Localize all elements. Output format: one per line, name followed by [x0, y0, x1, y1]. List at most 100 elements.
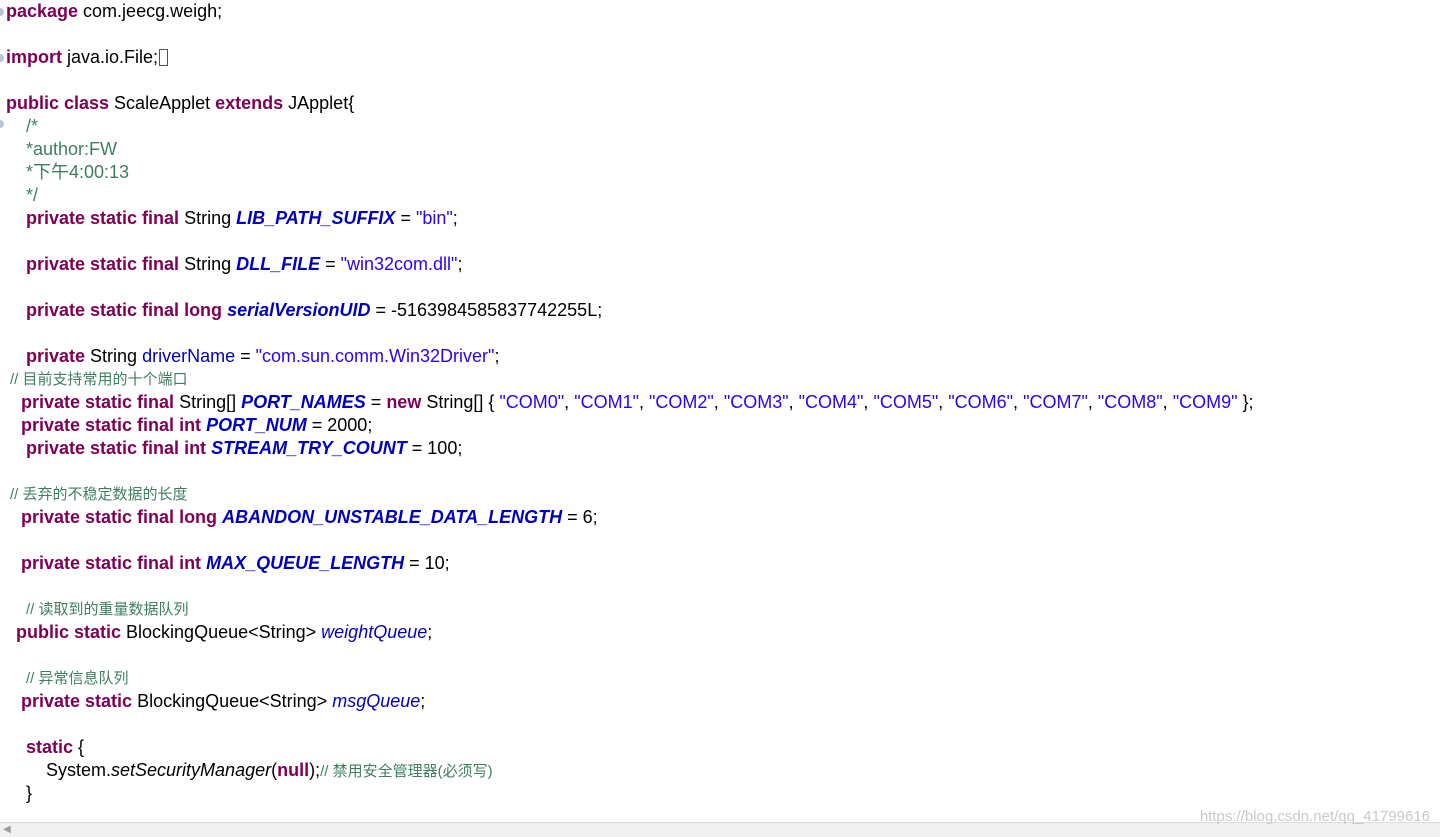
- static-field-name: weightQueue: [321, 622, 428, 642]
- type-name: BlockingQueue<String>: [132, 691, 333, 711]
- comment-weight: // 读取到的重量数据队列: [26, 601, 189, 618]
- keyword-extends: extends: [215, 93, 284, 113]
- open-brace: {: [73, 737, 85, 757]
- code-line-close-brace: }: [26, 783, 33, 803]
- separator: ,: [1162, 392, 1173, 412]
- operator: =: [395, 208, 416, 228]
- modifiers: private static final: [21, 553, 175, 573]
- type-name: String: [85, 346, 143, 366]
- constant-name: PORT_NAMES: [241, 392, 366, 412]
- port-literal: "COM7": [1023, 392, 1088, 412]
- code-line-driver: private String driverName = "com.sun.com…: [26, 345, 499, 368]
- doc-comment-close: */: [26, 185, 39, 205]
- semicolon: ;: [452, 208, 458, 228]
- constant-name: serialVersionUID: [227, 300, 371, 320]
- string-literal: "win32com.dll": [340, 254, 458, 274]
- code-line-serial: private static final long serialVersionU…: [26, 299, 602, 322]
- separator: ,: [638, 392, 649, 412]
- operator: =: [235, 346, 256, 366]
- semicolon: ;: [457, 254, 463, 274]
- code-line-stream-count: private static final int STREAM_TRY_COUN…: [26, 437, 462, 460]
- code-line-port-num: private static final int PORT_NUM = 2000…: [21, 414, 372, 437]
- port-literal: "COM8": [1097, 392, 1163, 412]
- doc-comment-open: /*: [26, 116, 39, 136]
- keyword-import: import: [6, 47, 62, 67]
- comment-ports: // 目前支持常用的十个端口: [10, 371, 188, 388]
- port-literal: "COM4": [798, 392, 864, 412]
- keyword-null: null: [277, 760, 310, 780]
- superclass-name: JApplet{: [283, 93, 355, 113]
- fold-marker[interactable]: [0, 54, 4, 62]
- modifiers: private static final: [21, 392, 175, 412]
- port-literal: "COM3": [723, 392, 789, 412]
- collapsed-imports-box[interactable]: [159, 49, 169, 66]
- code-line-port-names: private static final String[] PORT_NAMES…: [21, 391, 1254, 414]
- keyword-new: new: [386, 392, 422, 412]
- watermark: https://blog.csdn.net/qq_41799616: [1199, 808, 1430, 825]
- port-literal: "COM9": [1172, 392, 1238, 412]
- constant-name: LIB_PATH_SUFFIX: [236, 208, 396, 228]
- array-close: };: [1237, 392, 1254, 412]
- field-name: driverName: [142, 346, 236, 366]
- static-field-name: msgQueue: [332, 691, 421, 711]
- type-name: String: [179, 208, 237, 228]
- semicolon: ;: [427, 622, 433, 642]
- separator: ,: [1013, 392, 1024, 412]
- keyword-public-class: public class: [6, 93, 110, 113]
- modifiers: private static final: [26, 254, 180, 274]
- type-name: BlockingQueue<String>: [121, 622, 322, 642]
- scroll-left-arrow-icon[interactable]: ◀: [3, 825, 11, 835]
- code-line-security: System.setSecurityManager(null);// 禁用安全管…: [46, 759, 493, 782]
- constant-name: PORT_NUM: [206, 415, 307, 435]
- separator: ,: [938, 392, 949, 412]
- code-line-msg-queue: private static BlockingQueue<String> msg…: [21, 690, 425, 713]
- string-literal: "bin": [415, 208, 453, 228]
- port-literal: "COM1": [574, 392, 639, 412]
- keyword-package: package: [6, 1, 79, 21]
- code-line-lib-path: private static final String LIB_PATH_SUF…: [26, 207, 458, 230]
- comment-abandon: // 丢弃的不稳定数据的长度: [10, 486, 188, 503]
- doc-comment-time: *下午4:00:13: [26, 162, 130, 182]
- code-line-abandon: private static final long ABANDON_UNSTAB…: [21, 506, 598, 529]
- code-line-weight-queue: public static BlockingQueue<String> weig…: [16, 621, 432, 644]
- type-keyword: int: [174, 553, 202, 573]
- code-line-import: import java.io.File;: [6, 46, 169, 69]
- constant-name: ABANDON_UNSTABLE_DATA_LENGTH: [222, 507, 563, 527]
- class-name: ScaleApplet: [109, 93, 216, 113]
- paren-close: );: [309, 760, 321, 780]
- ports-list: "COM0", "COM1", "COM2", "COM3", "COM4", …: [499, 392, 1237, 412]
- assigned-value: = 6;: [562, 507, 598, 527]
- modifiers: private static final: [26, 208, 180, 228]
- modifiers: private static final: [21, 507, 175, 527]
- operator: =: [320, 254, 341, 274]
- class-ref: System.: [46, 760, 112, 780]
- port-literal: "COM5": [873, 392, 939, 412]
- type-keyword: long: [174, 507, 218, 527]
- constant-name: MAX_QUEUE_LENGTH: [206, 553, 405, 573]
- semicolon: ;: [420, 691, 426, 711]
- fold-marker[interactable]: [0, 120, 4, 128]
- separator: ,: [863, 392, 874, 412]
- import-name: java.io.File;: [62, 47, 159, 67]
- string-literal: "com.sun.comm.Win32Driver": [255, 346, 495, 366]
- code-line-static: static {: [26, 736, 84, 759]
- assigned-value: = -5163984585837742255L;: [370, 300, 603, 320]
- type-name: String[]: [174, 392, 242, 412]
- separator: ,: [1087, 392, 1098, 412]
- code-editor[interactable]: package com.jeecg.weigh; import java.io.…: [0, 0, 1440, 822]
- method-name: setSecurityManager: [111, 760, 272, 780]
- fold-marker[interactable]: [0, 8, 4, 16]
- assigned-value: = 10;: [404, 553, 450, 573]
- separator: ,: [564, 392, 575, 412]
- port-literal: "COM0": [499, 392, 565, 412]
- constant-name: STREAM_TRY_COUNT: [211, 438, 407, 458]
- modifiers: private static final: [21, 415, 175, 435]
- assigned-value: = 2000;: [306, 415, 373, 435]
- doc-comment-author: *author:FW: [26, 139, 118, 159]
- type-name: String: [179, 254, 237, 274]
- comment-msg: // 异常信息队列: [26, 670, 129, 687]
- keyword-static: static: [26, 737, 74, 757]
- modifiers: private: [26, 346, 86, 366]
- modifiers: public static: [16, 622, 122, 642]
- comment-security: // 禁用安全管理器(必须写): [320, 763, 493, 780]
